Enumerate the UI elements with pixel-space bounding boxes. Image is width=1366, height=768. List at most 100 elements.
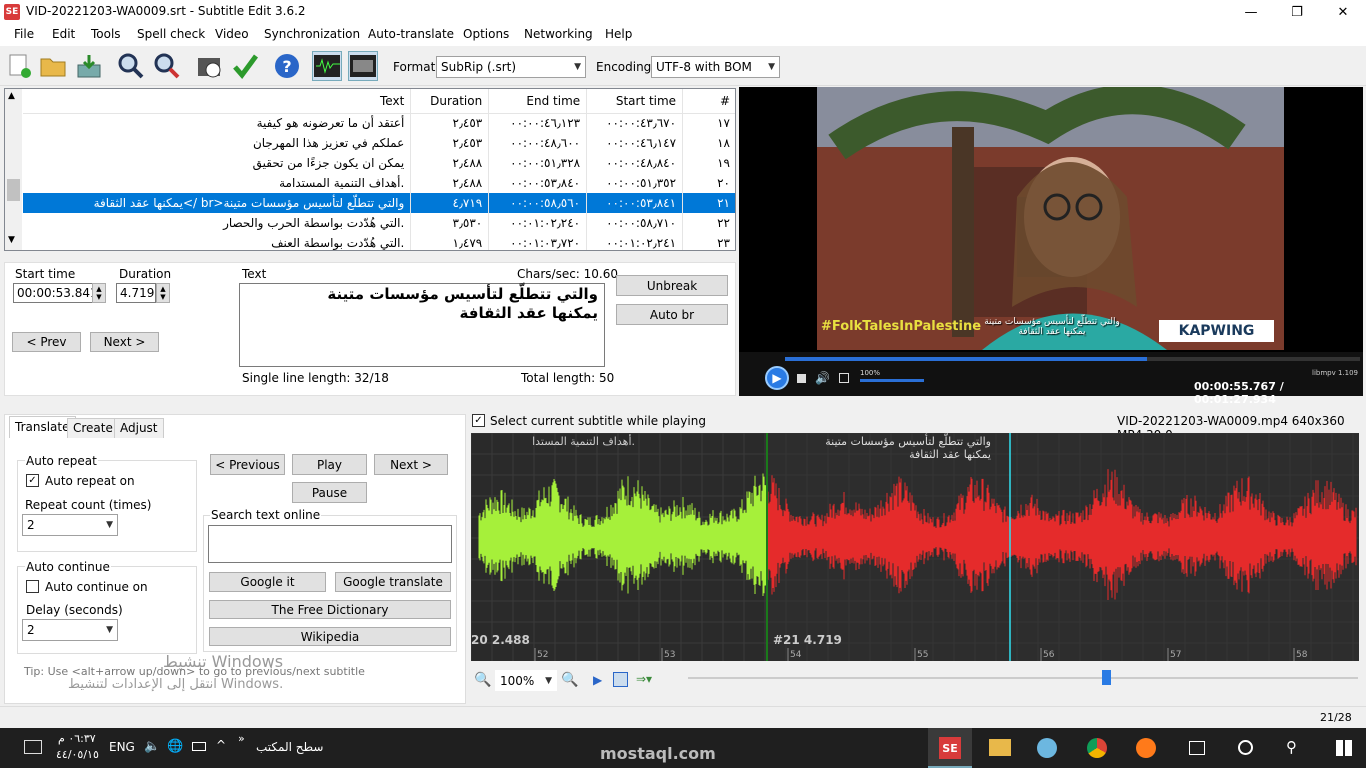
volume-icon[interactable]: 🔊 (815, 371, 830, 385)
header-start-time[interactable]: Start time (586, 89, 684, 114)
grid-scrollbar[interactable]: ▲ ▼ (5, 89, 22, 250)
subtitle-text-editor[interactable]: والتي تتطلّع لتأسيس مؤسسات متينة يمكنها … (239, 283, 605, 367)
previous-button[interactable]: < Previous (210, 454, 285, 475)
table-row[interactable]: .التي هُدّدت بواسطة الحرب والحصار ٣٫٥٣٠ ٠٠… (23, 213, 735, 233)
replace-icon[interactable] (152, 51, 182, 81)
language-indicator[interactable]: ENG (109, 740, 135, 754)
desktop-label[interactable]: سطح المكتب (256, 740, 323, 754)
menu-file[interactable]: File (14, 27, 34, 41)
free-dictionary-button[interactable]: The Free Dictionary (209, 600, 451, 619)
next-button[interactable]: Next > (90, 332, 159, 352)
pause-button[interactable]: Pause (292, 482, 367, 503)
video-player[interactable]: #FolkTalesInPalestine والتي تتطلّع لتأسي… (739, 87, 1363, 352)
start-time-spinner[interactable]: ▲ ▼ (92, 283, 106, 303)
tab-create[interactable]: Create (67, 418, 119, 438)
menu-edit[interactable]: Edit (52, 27, 75, 41)
waveform-position-thumb[interactable] (1102, 670, 1111, 685)
menu-auto-translate[interactable]: Auto-translate (368, 27, 454, 41)
close-button[interactable]: ✕ (1320, 0, 1366, 24)
chrome-icon[interactable] (1087, 738, 1107, 758)
chevron-double-icon[interactable]: » (238, 732, 245, 745)
play-selection-icon[interactable]: ▶ (593, 673, 602, 687)
google-it-button[interactable]: Google it (209, 572, 326, 592)
zoom-in-icon[interactable]: 🔍 (561, 672, 578, 688)
header-number[interactable]: # (682, 89, 735, 114)
video-progress-track[interactable] (785, 357, 1360, 361)
table-row[interactable]: يمكن ان يكون جزءًا من تحقيق ٢٫٤٨٨ ٠٠:٠٠:٥١… (23, 153, 735, 173)
table-row[interactable]: أعتقد أن ما تعرضونه هو كيفية ٢٫٤٥٣ ٠٠:٠٠:٤… (23, 113, 735, 133)
chevron-up-icon[interactable]: ▲ (96, 285, 101, 293)
chevron-down-icon[interactable]: ▼ (96, 293, 101, 301)
google-translate-button[interactable]: Google translate (335, 572, 451, 592)
select-current-checkbox[interactable]: ✓ (472, 414, 485, 427)
delay-select[interactable]: 2 ▼ (22, 619, 118, 641)
chevron-up-icon[interactable]: ▲ (160, 285, 165, 293)
tab-translate[interactable]: Translate (9, 416, 76, 438)
play-button[interactable]: Play (292, 454, 367, 475)
stop-icon[interactable] (797, 374, 806, 383)
table-row[interactable]: .التي هُدّدت بواسطة العنف ١٫٤٧٩ ٠٠:٠١:٠٣٫٧… (23, 233, 735, 250)
zoom-select[interactable]: 100% ▼ (495, 670, 557, 691)
tab-adjust[interactable]: Adjust (114, 418, 164, 438)
notification-icon[interactable] (24, 740, 42, 754)
menu-video[interactable]: Video (215, 27, 249, 41)
auto-br-button[interactable]: Auto br (616, 304, 728, 325)
waveform-panel[interactable]: .أهداف التنمية المستدا والتي تتطلّع لتأس… (470, 432, 1359, 661)
search-text-input[interactable] (208, 525, 452, 563)
chevron-down-icon[interactable]: ▼ (160, 293, 165, 301)
menu-options[interactable]: Options (463, 27, 509, 41)
auto-continue-checkbox[interactable] (26, 580, 39, 593)
waveform-position-track[interactable] (688, 677, 1358, 679)
file-explorer-icon[interactable] (989, 739, 1011, 756)
menu-tools[interactable]: Tools (91, 27, 121, 41)
encoding-select[interactable]: UTF-8 with BOM ▼ (651, 56, 780, 78)
menu-synchronization[interactable]: Synchronization (264, 27, 360, 41)
header-text[interactable]: Text (23, 89, 412, 114)
firefox-icon[interactable] (1136, 738, 1156, 758)
volume-slider[interactable] (860, 379, 924, 382)
network-icon[interactable]: 🌐 (167, 739, 183, 754)
forward-icon[interactable]: ⇒▾ (636, 672, 652, 686)
new-file-icon[interactable] (4, 51, 34, 81)
find-icon[interactable] (116, 51, 146, 81)
cortana-icon[interactable] (1238, 740, 1253, 755)
subtitle-grid[interactable]: ▲ ▼ Text Duration End time Start time # … (4, 88, 736, 251)
open-folder-icon[interactable] (38, 51, 68, 81)
auto-repeat-checkbox[interactable]: ✓ (26, 474, 39, 487)
waveform-toggle-icon[interactable] (312, 51, 342, 81)
maximize-button[interactable]: ❐ (1274, 0, 1320, 24)
prev-button[interactable]: < Prev (12, 332, 81, 352)
zoom-out-icon[interactable]: 🔍 (474, 672, 491, 688)
menu-help[interactable]: Help (605, 27, 632, 41)
wikipedia-button[interactable]: Wikipedia (209, 627, 451, 646)
search-icon[interactable]: ⚲ (1286, 738, 1297, 756)
save-icon[interactable] (74, 51, 104, 81)
table-row[interactable]: .أهداف التنمية المستدامة ٢٫٤٨٨ ٠٠:٠٠:٥٣٫٨٤… (23, 173, 735, 193)
start-time-input[interactable]: 00:00:53.841 (13, 283, 98, 303)
duration-spinner[interactable]: ▲ ▼ (156, 283, 170, 303)
duration-input[interactable]: 4.719 (116, 283, 156, 303)
taskbar-subtitle-edit[interactable]: SE (928, 728, 972, 768)
paint-icon[interactable] (1037, 738, 1057, 758)
table-row[interactable]: والتي تتطلّع لتأسيس مؤسسات متينة<br />يم… (23, 193, 735, 213)
speaker-icon[interactable]: 🔈 (144, 739, 160, 754)
help-icon[interactable]: ? (272, 51, 302, 81)
table-row[interactable]: عملكم في تعزيز هذا المهرجان ٢٫٤٥٣ ٠٠:٠٠:٤٨… (23, 133, 735, 153)
spell-check-icon[interactable] (230, 51, 260, 81)
repeat-count-select[interactable]: 2 ▼ (22, 514, 118, 536)
header-duration[interactable]: Duration (410, 89, 490, 114)
grid-view-icon[interactable] (613, 672, 628, 687)
menu-spell-check[interactable]: Spell check (137, 27, 205, 41)
video-toggle-icon[interactable] (348, 51, 378, 81)
header-end-time[interactable]: End time (488, 89, 588, 114)
visual-sync-icon[interactable] (194, 51, 224, 81)
fullscreen-icon[interactable] (839, 373, 849, 383)
task-view-icon[interactable] (1189, 741, 1205, 755)
chevron-up-icon[interactable]: ^ (216, 738, 226, 752)
play-icon[interactable]: ▶ (765, 366, 789, 390)
format-select[interactable]: SubRip (.srt) ▼ (436, 56, 586, 78)
battery-icon[interactable] (192, 742, 206, 751)
scrollbar-thumb[interactable] (7, 179, 20, 201)
unbreak-button[interactable]: Unbreak (616, 275, 728, 296)
chevron-up-icon[interactable]: ▲ (8, 91, 15, 101)
